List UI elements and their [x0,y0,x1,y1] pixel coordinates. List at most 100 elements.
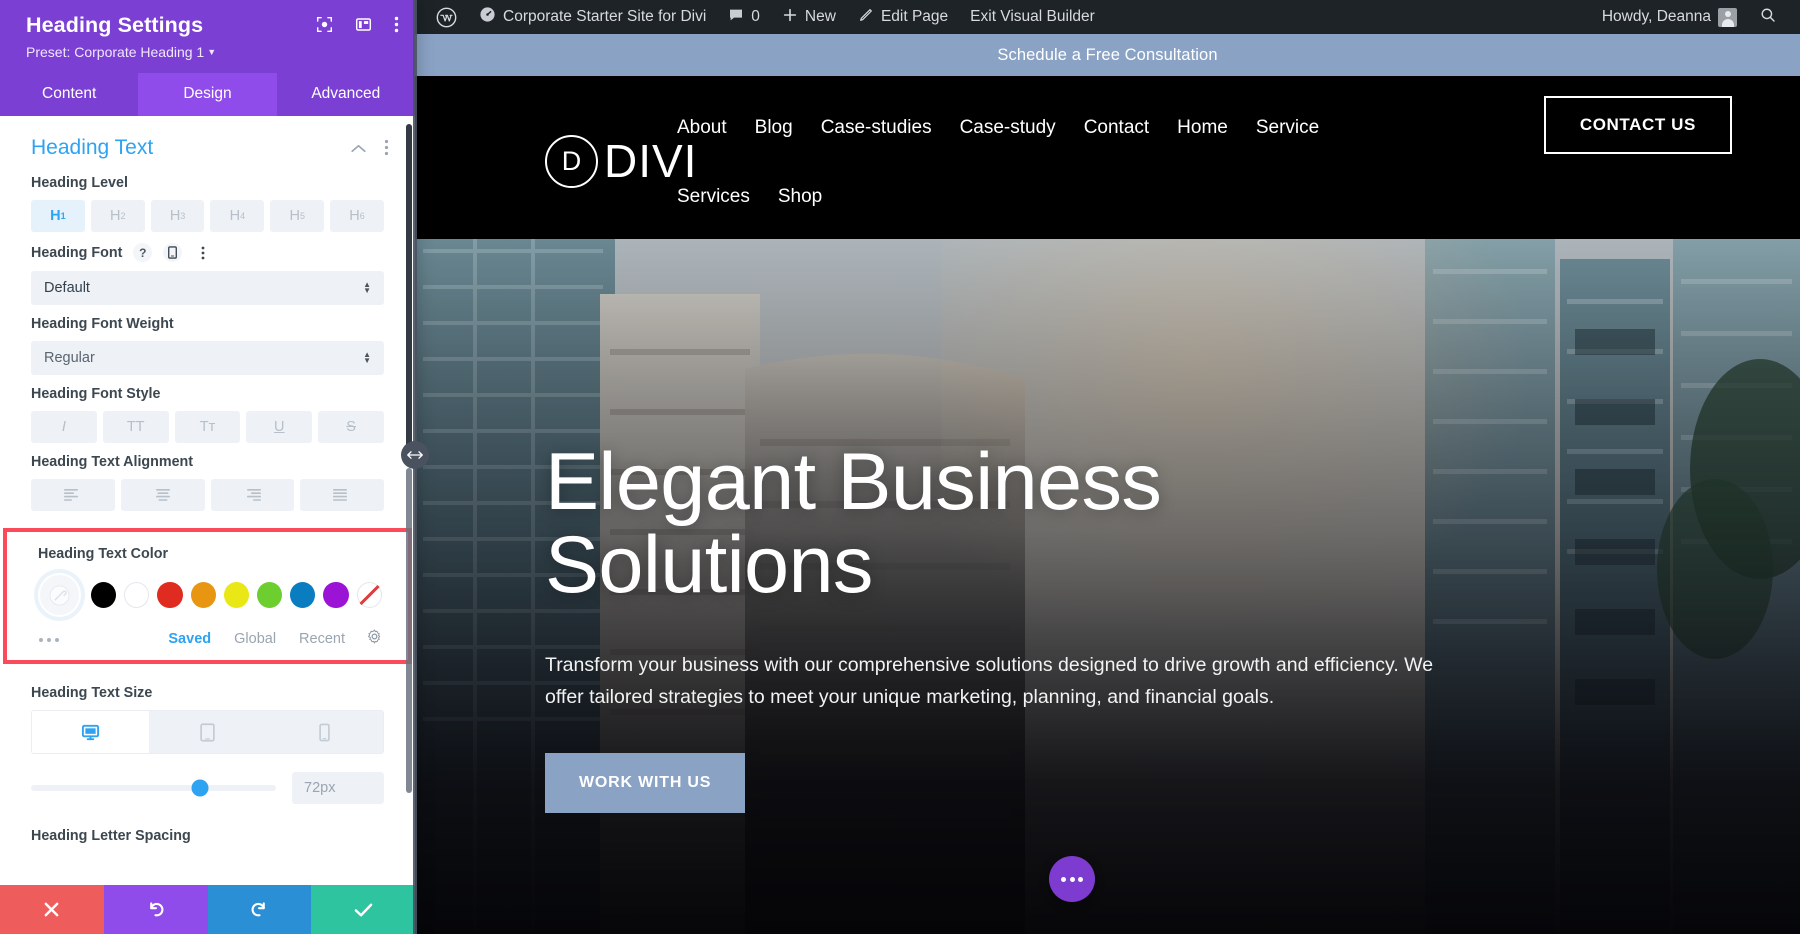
picker-eyedropper-icon [49,584,70,606]
ellipsis-icon[interactable] [38,634,60,643]
small-caps-icon[interactable]: Tт [174,411,241,443]
header-contact-us-button[interactable]: CONTACT US [1543,96,1732,154]
color-swatch-4[interactable] [223,582,249,608]
align-justify-icon[interactable] [300,479,384,511]
help-icon[interactable]: ? [133,243,153,262]
color-swatch-5[interactable] [257,582,283,608]
color-swatch-2[interactable] [157,582,183,608]
gear-icon[interactable] [367,629,382,648]
strikethrough-icon[interactable]: S [318,411,384,443]
heading-level-h4[interactable]: H4 [210,200,265,232]
promo-bar[interactable]: Schedule a Free Consultation [415,34,1800,76]
divi-floating-menu-button[interactable] [1049,856,1095,902]
heading-level-h3[interactable]: H3 [150,200,205,232]
color-swatch-1[interactable] [124,582,150,608]
nav-link-about[interactable]: About [677,106,727,163]
preset-selector[interactable]: Preset: Corporate Heading 1 ▼ [26,44,395,60]
nav-link-home[interactable]: Home [1177,106,1228,163]
tab-advanced[interactable]: Advanced [277,73,415,116]
close-x-icon [44,902,59,917]
edit-page-button[interactable]: Edit Page [847,0,959,34]
responsive-phone-icon[interactable] [163,243,183,262]
uppercase-icon[interactable]: TT [102,411,169,443]
hero-content: Elegant Business Solutions Transform you… [545,441,1505,814]
color-picker-selected-swatch[interactable] [38,573,81,617]
select-arrows-icon: ▲ ▼ [363,279,371,295]
italic-icon[interactable]: I [31,411,97,443]
panel-scroll-area[interactable]: Heading Text Heading Level H1H2H3H4H5H6 [0,116,415,885]
section-kebab-menu-icon[interactable] [384,139,389,156]
heading-text-size-slider[interactable] [31,779,276,797]
site-logo[interactable]: D DIVI [545,134,697,188]
desktop-icon [81,724,100,740]
section-heading-text[interactable]: Heading Text [0,116,415,164]
howdy-label: Howdy, Deanna [1601,8,1711,25]
focus-target-icon[interactable] [316,16,333,33]
heading-text-color-label: Heading Text Color [38,546,169,562]
tab-content[interactable]: Content [0,73,138,116]
undo-button[interactable] [103,885,208,934]
nav-link-service[interactable]: Service [1256,106,1319,163]
nav-link-contact[interactable]: Contact [1084,106,1149,163]
site-preview: Corporate Starter Site for Divi 0 New Ed… [415,0,1800,934]
color-swatch-7[interactable] [323,582,349,608]
heading-font-select[interactable]: Default ▲ ▼ [31,271,384,305]
nav-link-services[interactable]: Services [677,186,750,208]
color-swatch-0[interactable] [90,582,117,608]
avatar [1718,7,1737,27]
exit-builder-label: Exit Visual Builder [970,8,1095,25]
redo-button[interactable] [207,885,312,934]
edit-page-label: Edit Page [880,8,949,25]
slider-knob[interactable] [191,779,209,797]
align-right-icon[interactable] [210,479,295,511]
device-toggle-phone[interactable] [266,711,383,753]
underline-icon[interactable]: U [246,411,313,443]
panel-scrollbar-thumb[interactable] [406,124,412,460]
secondary-navigation: Services Shop [677,186,822,208]
align-left-icon[interactable] [31,479,115,511]
device-toggle-tablet[interactable] [149,711,266,753]
search-button[interactable] [1748,0,1788,34]
new-content-button[interactable]: New [771,0,847,34]
dot-2 [1069,876,1075,882]
cancel-button[interactable] [0,885,104,934]
color-tab-saved[interactable]: Saved [168,631,211,647]
panel-scrollbar-track[interactable] [406,468,412,793]
color-swatch-3[interactable] [190,582,216,608]
device-toggle-desktop[interactable] [32,711,149,753]
align-center-icon[interactable] [120,479,205,511]
nav-link-case-studies[interactable]: Case-studies [821,106,932,163]
hero-work-with-us-button[interactable]: WORK WITH US [545,753,746,814]
heading-level-h1[interactable]: H1 [31,200,85,232]
kebab-menu-icon[interactable] [394,16,399,33]
nav-link-blog[interactable]: Blog [755,106,793,163]
color-tab-recent[interactable]: Recent [299,631,345,647]
preset-label: Preset: Corporate Heading 1 [26,44,205,60]
tab-design[interactable]: Design [138,73,277,116]
wp-logo-button[interactable] [425,0,468,34]
panel-resize-handle[interactable] [401,441,429,469]
heading-text-size-slider-row: 72px [31,772,384,804]
heading-text-size-value[interactable]: 72px [292,772,384,804]
save-button[interactable] [311,885,415,934]
color-swatch-8[interactable] [356,582,382,608]
exit-visual-builder-button[interactable]: Exit Visual Builder [959,0,1106,34]
account-menu[interactable]: Howdy, Deanna [1591,0,1748,34]
heading-level-h5[interactable]: H5 [270,200,325,232]
color-tab-global[interactable]: Global [234,631,276,647]
select-arrows-icon: ▲ ▼ [363,349,371,365]
heading-level-h6[interactable]: H6 [330,200,384,232]
site-name-menu[interactable]: Corporate Starter Site for Divi [468,0,717,34]
chevron-up-icon[interactable] [351,140,366,157]
heading-font-kebab-menu-icon[interactable] [193,243,212,262]
layout-columns-icon[interactable] [355,16,372,33]
field-heading-font: Heading Font ? Default ▲ ▼ [0,232,415,305]
heading-font-weight-select[interactable]: Regular ▲ ▼ [31,341,384,375]
comments-button[interactable]: 0 [717,0,771,34]
hero-section: Elegant Business Solutions Transform you… [415,239,1800,934]
color-swatch-6[interactable] [290,582,316,608]
heading-level-h2[interactable]: H2 [90,200,145,232]
nav-link-case-study[interactable]: Case-study [960,106,1056,163]
hero-heading-line-2: Solutions [545,519,873,610]
nav-link-shop[interactable]: Shop [778,186,822,208]
